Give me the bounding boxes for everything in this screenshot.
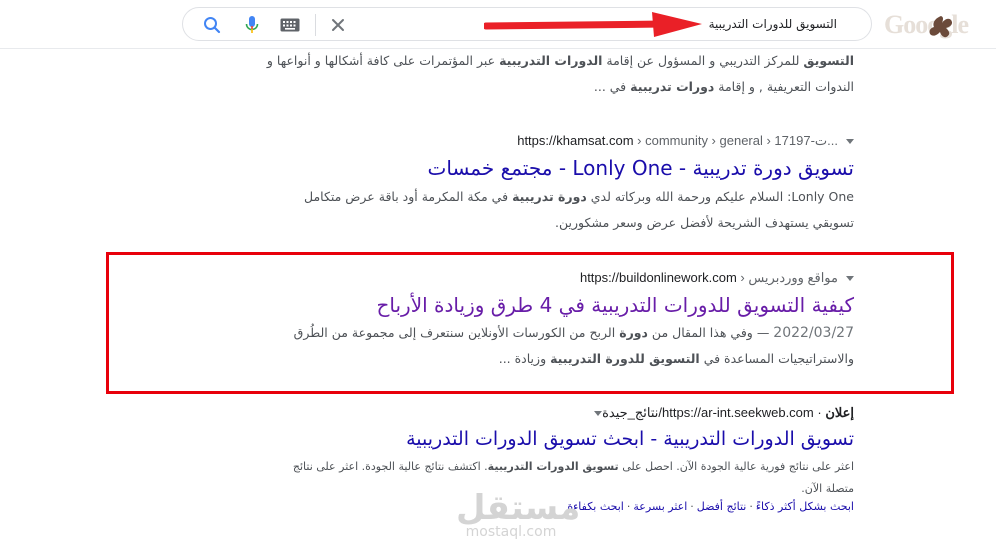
result-3-date: 2022/03/27: [773, 325, 854, 341]
ad-cite-path: /نتائج_جيدة: [602, 405, 663, 420]
microphone-icon: [245, 16, 259, 33]
result-3-cite-domain: https://buildonlinework.com: [579, 270, 737, 285]
ink-splash-icon: [929, 16, 953, 38]
result-2-cite[interactable]: https://khamsat.com › community › genera…: [517, 133, 854, 149]
ad-cite[interactable]: إعلان · https://ar-int.seekweb.com/نتائج…: [586, 405, 854, 421]
keyboard-icon: [280, 18, 300, 32]
result-2-cite-domain: https://khamsat.com: [517, 133, 634, 148]
ad-snippet-line1: اعثر على نتائج فورية عالية الجودة الآن. …: [292, 460, 854, 473]
result-2-snippet: Lonly One: السلام عليكم ورحمة الله وبركا…: [94, 184, 854, 236]
close-icon: [332, 19, 344, 31]
result-1-snippet-line2: الندوات التعريفية , و إقامة دورات تدريبي…: [593, 79, 854, 94]
result-1-snippet-line1: التسويق للمركز التدريبي و المسؤول عن إقا…: [266, 53, 854, 68]
ad-sitelinks: ابحث بشكل أكثر ذكاءً·نتائج أفضل·اعثر بسر…: [567, 500, 854, 513]
result-3-snippet: 2022/03/27 — وفي هذا المقال من دورة الرب…: [94, 320, 854, 372]
ad-label: إعلان: [825, 405, 854, 420]
clear-search-button[interactable]: [327, 14, 349, 36]
keyboard-button[interactable]: [279, 14, 301, 36]
red-arrow-annotation: [484, 12, 702, 37]
result-1-snippet: التسويق للمركز التدريبي و المسؤول عن إقا…: [94, 48, 854, 100]
chevron-down-icon[interactable]: [846, 276, 854, 282]
result-3-cite-path: › مواقع ووردبريس: [736, 270, 838, 285]
result-3-snippet-line2: والاستراتيجيات المساعدة في التسويق للدور…: [498, 351, 854, 366]
sitelink-1[interactable]: ابحث بشكل أكثر ذكاءً: [756, 500, 854, 513]
watermark-latin: mostaql.com: [465, 524, 557, 540]
result-2-snippet-line2: تسويقي يستهدف الشريحة لأفضل عرض وسعر مشك…: [555, 215, 854, 230]
result-3-cite[interactable]: https://buildonlinework.com › مواقع وورد…: [580, 270, 854, 286]
result-3-snippet-line1: 2022/03/27 — وفي هذا المقال من دورة الرب…: [293, 325, 854, 341]
search-divider: [315, 14, 316, 36]
result-2-snippet-line1: Lonly One: السلام عليكم ورحمة الله وبركا…: [303, 189, 854, 204]
sitelink-2[interactable]: نتائج أفضل: [697, 500, 747, 513]
chevron-down-icon[interactable]: [594, 411, 603, 417]
result-2-title[interactable]: تسويق دورة تدريبية - Lonly One - مجتمع خ…: [428, 156, 854, 180]
chevron-down-icon[interactable]: [846, 139, 854, 145]
result-2-cite-path: › community › general › 17197-ت...: [633, 133, 838, 148]
result-3-title[interactable]: كيفية التسويق للدورات التدريبية في 4 طرق…: [376, 293, 854, 317]
search-button[interactable]: [201, 14, 223, 36]
ad-title[interactable]: تسويق الدورات التدريبية - ابحث تسويق الد…: [406, 428, 854, 450]
sitelink-3[interactable]: اعثر بسرعة: [633, 500, 687, 513]
result-3-snippet-text: وفي هذا المقال من دورة الربح من الكورسات…: [293, 325, 753, 340]
mostaql-watermark: مستقل mostaql.com: [456, 488, 581, 540]
search-header: Gooogle التسويق للدورات التدريبية: [0, 0, 996, 49]
voice-search-button[interactable]: [241, 14, 263, 36]
ad-cite-domain: https://ar-int.seekweb.com: [662, 405, 814, 420]
search-input[interactable]: التسويق للدورات التدريبية: [709, 17, 837, 31]
search-icon: [204, 17, 221, 34]
google-logo[interactable]: Gooogle: [884, 10, 996, 40]
watermark-arabic: مستقل: [456, 488, 581, 528]
